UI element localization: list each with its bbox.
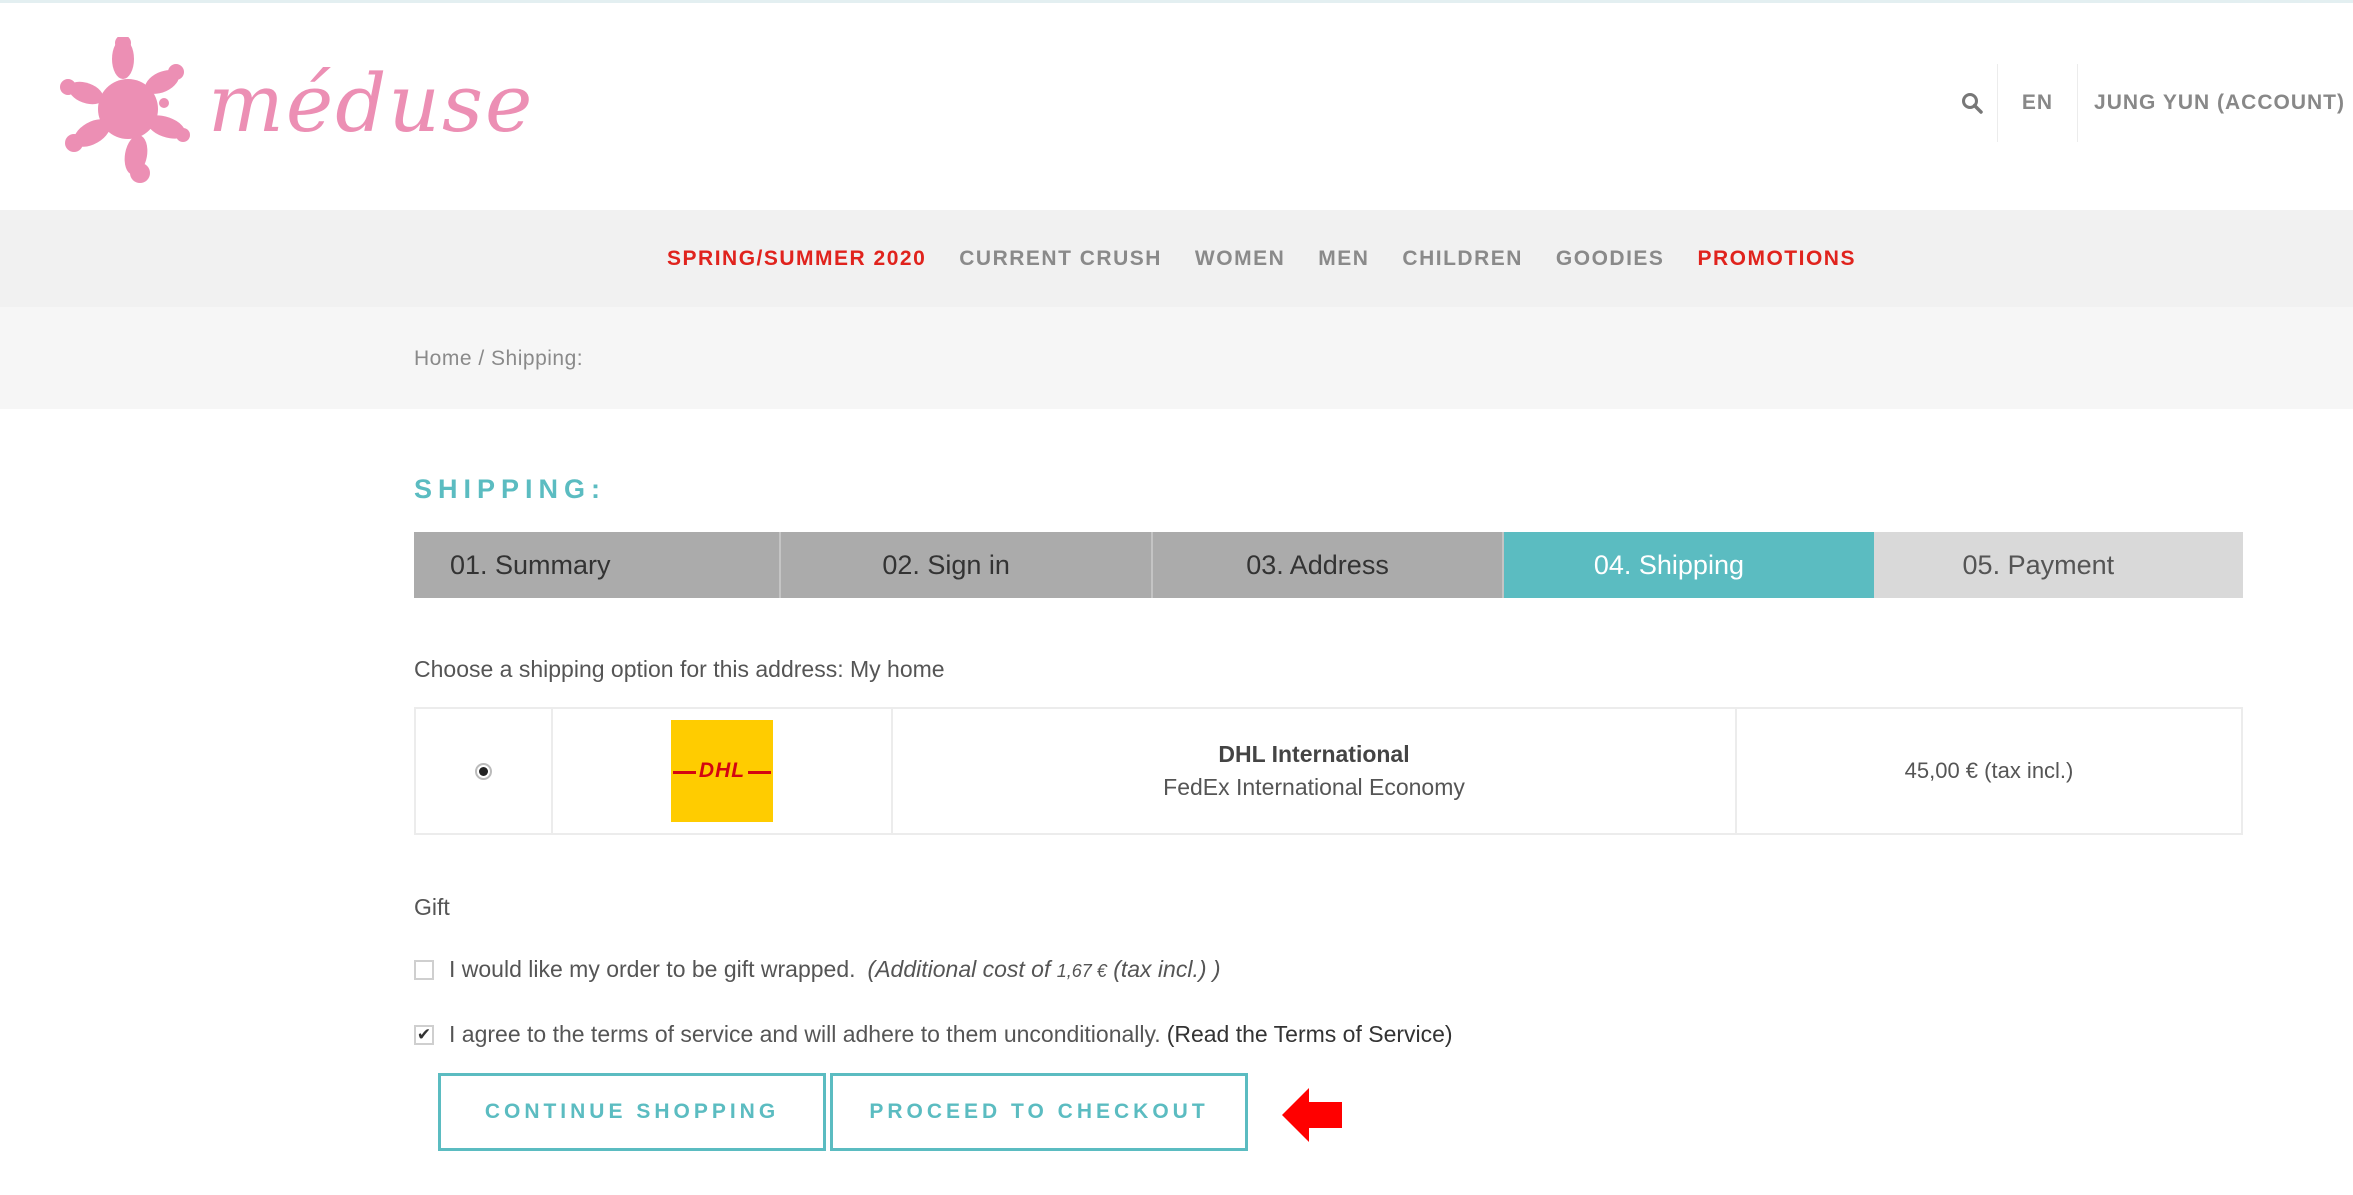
gift-heading: Gift: [414, 894, 450, 920]
language-selector[interactable]: EN: [1998, 91, 2077, 115]
terms-label: I agree to the terms of service and will…: [449, 1021, 1161, 1047]
nav-item-men[interactable]: MEN: [1318, 247, 1369, 271]
breadcrumb-bar: Home / Shipping:: [0, 307, 2353, 409]
radio-selected-dot: [479, 766, 488, 776]
site-header: méduse EN JUNG YUN (ACCOUNT): [0, 3, 2353, 210]
step-shipping: 04. Shipping: [1504, 532, 1874, 598]
dhl-logo: DHL: [671, 720, 773, 822]
shipping-radio-cell[interactable]: [416, 709, 553, 833]
gift-wrap-row: I would like my order to be gift wrapped…: [414, 956, 1221, 983]
splash-logo-icon: [60, 37, 190, 183]
gift-wrap-label: I would like my order to be gift wrapped…: [449, 956, 856, 982]
breadcrumb-current: Shipping:: [491, 347, 584, 370]
shipping-option-row[interactable]: DHL DHL International FedEx Internationa…: [414, 707, 2243, 835]
nav-item-goodies[interactable]: GOODIES: [1556, 247, 1665, 271]
breadcrumb-home-link[interactable]: Home: [414, 347, 472, 370]
breadcrumb-separator: /: [472, 347, 492, 370]
gift-wrap-checkbox[interactable]: [414, 959, 434, 980]
checkout-steps: 01. Summary 02. Sign in 03. Address 04. …: [414, 532, 2244, 598]
proceed-to-checkout-button[interactable]: PROCEED TO CHECKOUT: [830, 1073, 1248, 1151]
search-button[interactable]: [1947, 73, 1997, 133]
dhl-logo-text: DHL: [695, 759, 749, 783]
carrier-info-cell: DHL International FedEx International Ec…: [893, 709, 1737, 833]
gift-cost-amount: 1,67 €: [1056, 961, 1107, 981]
site-logo[interactable]: méduse: [58, 37, 532, 187]
carrier-name: DHL International: [1218, 741, 1410, 767]
annotation-arrow: [1282, 1088, 1344, 1147]
nav-item-spring-summer-2020[interactable]: SPRING/SUMMER 2020: [667, 247, 926, 271]
terms-row: ✔ I agree to the terms of service and wi…: [414, 1021, 1453, 1048]
search-icon: [1961, 93, 1983, 114]
gift-cost-suffix: (tax incl.) ): [1106, 956, 1221, 982]
gift-wrap-cost: (Additional cost of 1,67 € (tax incl.) ): [868, 956, 1221, 983]
shipping-prompt: Choose a shipping option for this addres…: [414, 656, 945, 682]
nav-item-current-crush[interactable]: CURRENT CRUSH: [959, 247, 1162, 271]
page-title: SHIPPING:: [414, 474, 607, 504]
step-sign-in[interactable]: 02. Sign in: [781, 532, 1153, 598]
step-address[interactable]: 03. Address: [1152, 532, 1505, 598]
shipping-price: 45,00 € (tax incl.): [1904, 758, 2074, 783]
main-navigation: SPRING/SUMMER 2020 CURRENT CRUSH WOMEN M…: [0, 210, 2353, 307]
gift-cost-prefix: (Additional cost of: [867, 956, 1057, 982]
carrier-delay: FedEx International Economy: [1163, 774, 1465, 800]
account-link[interactable]: JUNG YUN (ACCOUNT): [2078, 91, 2345, 115]
checkmark-icon: ✔: [416, 1025, 432, 1044]
breadcrumb: Home / Shipping:: [414, 347, 583, 371]
step-payment: 05. Payment: [1873, 532, 2244, 598]
header-utilities: EN JUNG YUN (ACCOUNT): [1947, 63, 2345, 143]
arrow-left-icon: [1282, 1088, 1342, 1142]
shipping-option-radio[interactable]: [475, 762, 492, 780]
nav-item-children[interactable]: CHILDREN: [1402, 247, 1523, 271]
step-summary[interactable]: 01. Summary: [414, 532, 782, 598]
terms-of-service-link[interactable]: (Read the Terms of Service): [1167, 1021, 1453, 1048]
nav-item-women[interactable]: WOMEN: [1195, 247, 1285, 271]
nav-item-promotions[interactable]: PROMOTIONS: [1697, 247, 1856, 271]
continue-shopping-button[interactable]: CONTINUE SHOPPING: [438, 1073, 826, 1151]
carrier-logo-cell: DHL: [553, 709, 893, 833]
logo-wordmark: méduse: [208, 57, 535, 150]
terms-checkbox[interactable]: ✔: [414, 1024, 434, 1045]
